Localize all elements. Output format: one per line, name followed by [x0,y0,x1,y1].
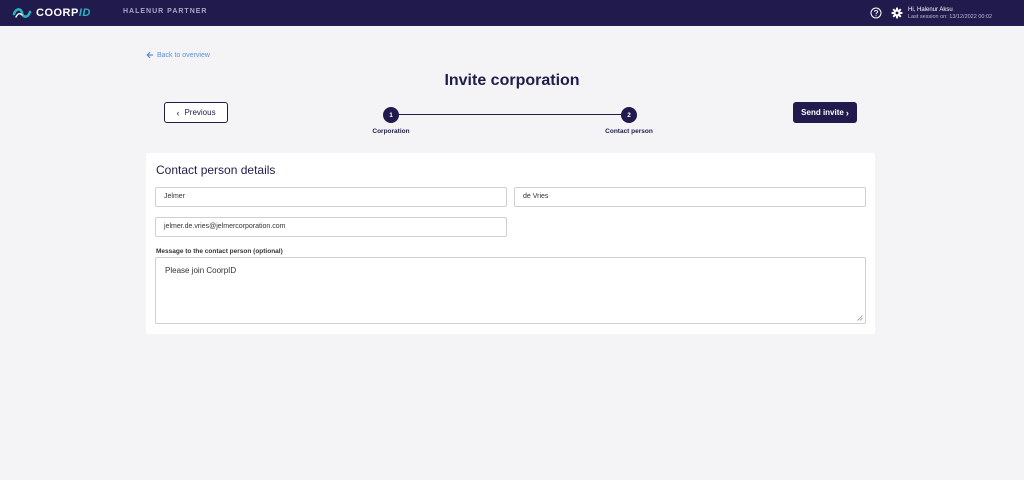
last-name-field[interactable]: de Vries [514,187,866,207]
step-2-label: Contact person [605,128,653,135]
partner-name: HALENUR PARTNER [123,8,208,15]
logo-text: COORPID [36,7,91,19]
resize-handle-icon[interactable] [857,315,863,321]
send-invite-button[interactable]: Send invite › [793,102,857,123]
chevron-right-icon: › [845,107,849,118]
gear-icon[interactable] [891,7,903,19]
step-2-indicator[interactable]: 2 [621,107,637,123]
stepper-line [398,114,624,115]
message-label: Message to the contact person (optional) [156,248,283,255]
last-session: Last session on: 13/12/2022 00:02 [908,14,993,20]
user-info[interactable]: Hi, Halenur Aksu Last session on: 13/12/… [908,7,992,21]
chevron-left-icon: ‹ [176,107,180,118]
first-name-field[interactable]: Jelmer [155,187,507,207]
user-greeting: Hi, Halenur Aksu [908,7,953,13]
send-invite-label: Send invite [801,108,844,117]
logo-mark-icon [12,8,32,18]
help-icon[interactable] [870,7,882,19]
contact-person-card: Contact person details Jelmer de Vries j… [146,153,875,334]
top-navigation-bar: COORPID HALENUR PARTNER Hi, Halenur Aksu… [0,0,1024,26]
arrow-left-icon [146,51,153,59]
message-textarea[interactable]: Please join CoorpID [155,257,866,324]
step-1-indicator[interactable]: 1 [383,107,399,123]
step-1-label: Corporation [372,128,410,135]
back-label: Back to overview [157,51,210,59]
previous-label: Previous [184,108,216,117]
page-title: Invite corporation [444,72,580,89]
message-text: Please join CoorpID [165,266,237,275]
previous-button[interactable]: ‹ Previous [164,102,228,123]
back-to-overview-link[interactable]: Back to overview [146,51,210,59]
coorpid-logo[interactable]: COORPID [12,5,91,21]
section-title: Contact person details [156,163,276,177]
email-field[interactable]: jelmer.de.vries@jelmercorporation.com [155,217,507,237]
